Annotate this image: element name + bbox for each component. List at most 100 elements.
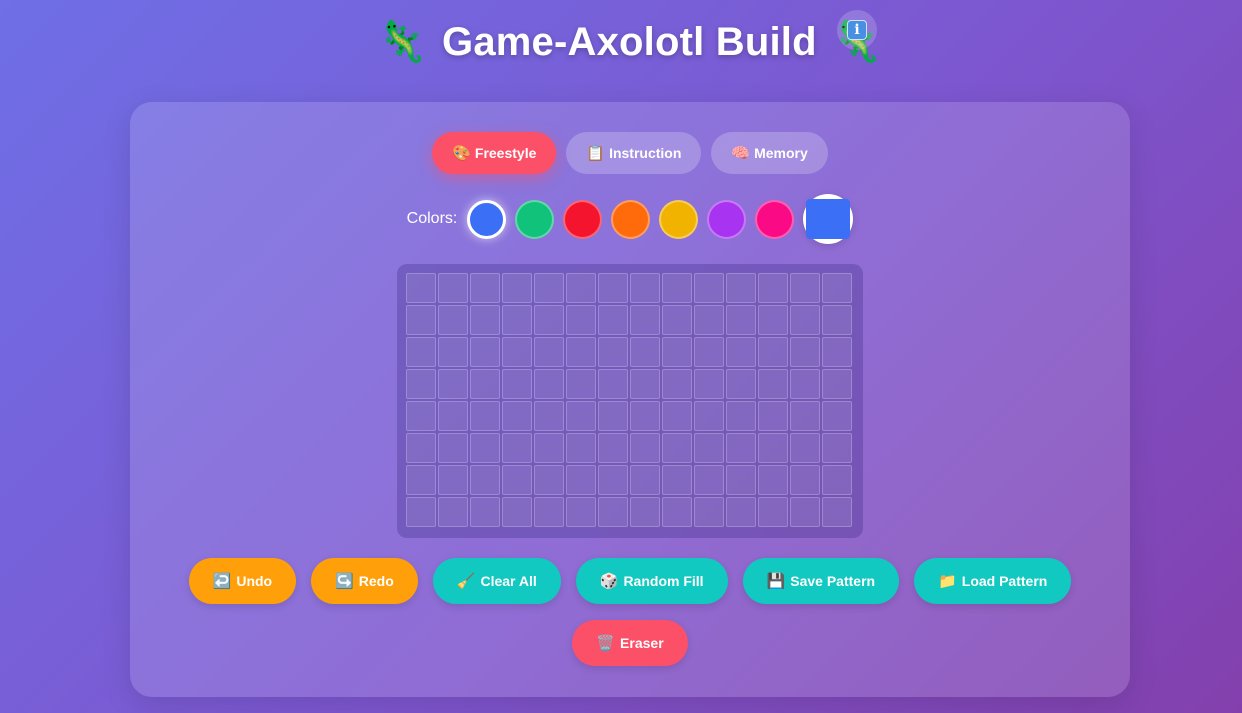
grid-cell[interactable] xyxy=(470,465,500,495)
grid-cell[interactable] xyxy=(534,401,564,431)
grid-cell[interactable] xyxy=(438,369,468,399)
grid-cell[interactable] xyxy=(566,273,596,303)
grid-cell[interactable] xyxy=(758,497,788,527)
grid-cell[interactable] xyxy=(406,497,436,527)
grid-cell[interactable] xyxy=(566,465,596,495)
grid-cell[interactable] xyxy=(598,465,628,495)
grid-cell[interactable] xyxy=(406,433,436,463)
grid-cell[interactable] xyxy=(502,433,532,463)
grid-cell[interactable] xyxy=(790,337,820,367)
grid-cell[interactable] xyxy=(758,337,788,367)
save-pattern-button[interactable]: 💾 Save Pattern xyxy=(742,558,900,604)
color-swatch[interactable] xyxy=(563,199,603,239)
custom-color-picker[interactable] xyxy=(803,194,854,244)
grid-cell[interactable] xyxy=(694,433,724,463)
grid-cell[interactable] xyxy=(534,465,564,495)
grid-cell[interactable] xyxy=(438,273,468,303)
grid-cell[interactable] xyxy=(790,369,820,399)
grid-cell[interactable] xyxy=(598,305,628,335)
grid-cell[interactable] xyxy=(534,273,564,303)
grid-cell[interactable] xyxy=(470,305,500,335)
grid-cell[interactable] xyxy=(534,369,564,399)
mode-memory-button[interactable]: 🧠 Memory xyxy=(711,132,828,174)
grid-cell[interactable] xyxy=(502,401,532,431)
grid-cell[interactable] xyxy=(694,273,724,303)
color-swatch[interactable] xyxy=(515,199,555,239)
grid-cell[interactable] xyxy=(790,305,820,335)
grid-cell[interactable] xyxy=(566,305,596,335)
grid-cell[interactable] xyxy=(566,369,596,399)
grid-cell[interactable] xyxy=(534,497,564,527)
eraser-button[interactable]: 🗑️ Eraser xyxy=(572,620,688,666)
grid-cell[interactable] xyxy=(630,305,660,335)
grid-cell[interactable] xyxy=(630,497,660,527)
grid-cell[interactable] xyxy=(438,305,468,335)
grid-cell[interactable] xyxy=(502,337,532,367)
random-fill-button[interactable]: 🎲 Random Fill xyxy=(575,558,728,604)
grid-cell[interactable] xyxy=(758,369,788,399)
grid-cell[interactable] xyxy=(694,369,724,399)
grid-cell[interactable] xyxy=(438,465,468,495)
mode-instruction-button[interactable]: 📋 Instruction xyxy=(566,132,702,174)
grid-cell[interactable] xyxy=(822,497,852,527)
grid-cell[interactable] xyxy=(726,305,756,335)
grid-cell[interactable] xyxy=(502,305,532,335)
grid-cell[interactable] xyxy=(630,465,660,495)
grid-cell[interactable] xyxy=(822,337,852,367)
grid-cell[interactable] xyxy=(694,337,724,367)
color-swatch[interactable] xyxy=(467,199,507,239)
grid-cell[interactable] xyxy=(406,305,436,335)
grid-cell[interactable] xyxy=(694,305,724,335)
grid-cell[interactable] xyxy=(790,465,820,495)
grid-cell[interactable] xyxy=(438,497,468,527)
grid-cell[interactable] xyxy=(438,401,468,431)
grid-cell[interactable] xyxy=(758,273,788,303)
grid-cell[interactable] xyxy=(406,465,436,495)
grid-cell[interactable] xyxy=(790,273,820,303)
color-swatch[interactable] xyxy=(755,199,795,239)
grid-cell[interactable] xyxy=(694,497,724,527)
grid-cell[interactable] xyxy=(470,433,500,463)
grid-cell[interactable] xyxy=(566,401,596,431)
grid-cell[interactable] xyxy=(470,273,500,303)
grid-cell[interactable] xyxy=(534,433,564,463)
grid-cell[interactable] xyxy=(822,369,852,399)
undo-button[interactable]: ↩️ Undo xyxy=(188,558,297,604)
grid-cell[interactable] xyxy=(694,401,724,431)
grid-cell[interactable] xyxy=(662,305,692,335)
grid-cell[interactable] xyxy=(822,465,852,495)
grid-cell[interactable] xyxy=(502,273,532,303)
color-swatch[interactable] xyxy=(707,199,747,239)
grid-cell[interactable] xyxy=(662,273,692,303)
grid-cell[interactable] xyxy=(534,305,564,335)
grid-cell[interactable] xyxy=(470,337,500,367)
grid-cell[interactable] xyxy=(758,465,788,495)
grid-cell[interactable] xyxy=(630,337,660,367)
grid-cell[interactable] xyxy=(726,497,756,527)
grid-cell[interactable] xyxy=(726,465,756,495)
grid-cell[interactable] xyxy=(726,337,756,367)
grid-cell[interactable] xyxy=(566,497,596,527)
grid-cell[interactable] xyxy=(470,497,500,527)
grid-cell[interactable] xyxy=(662,401,692,431)
grid-cell[interactable] xyxy=(438,433,468,463)
grid-cell[interactable] xyxy=(470,401,500,431)
grid-cell[interactable] xyxy=(598,497,628,527)
grid-cell[interactable] xyxy=(822,305,852,335)
grid-cell[interactable] xyxy=(534,337,564,367)
grid-cell[interactable] xyxy=(758,401,788,431)
mode-freestyle-button[interactable]: 🎨 Freestyle xyxy=(432,132,557,174)
grid-cell[interactable] xyxy=(662,369,692,399)
grid-cell[interactable] xyxy=(598,337,628,367)
grid-cell[interactable] xyxy=(630,273,660,303)
grid-cell[interactable] xyxy=(598,369,628,399)
grid-cell[interactable] xyxy=(822,273,852,303)
grid-cell[interactable] xyxy=(630,433,660,463)
grid-cell[interactable] xyxy=(662,337,692,367)
grid-cell[interactable] xyxy=(758,433,788,463)
grid-cell[interactable] xyxy=(662,433,692,463)
grid-cell[interactable] xyxy=(406,337,436,367)
clear-all-button[interactable]: 🧹 Clear All xyxy=(432,558,561,604)
color-swatch[interactable] xyxy=(659,199,699,239)
grid-cell[interactable] xyxy=(598,273,628,303)
